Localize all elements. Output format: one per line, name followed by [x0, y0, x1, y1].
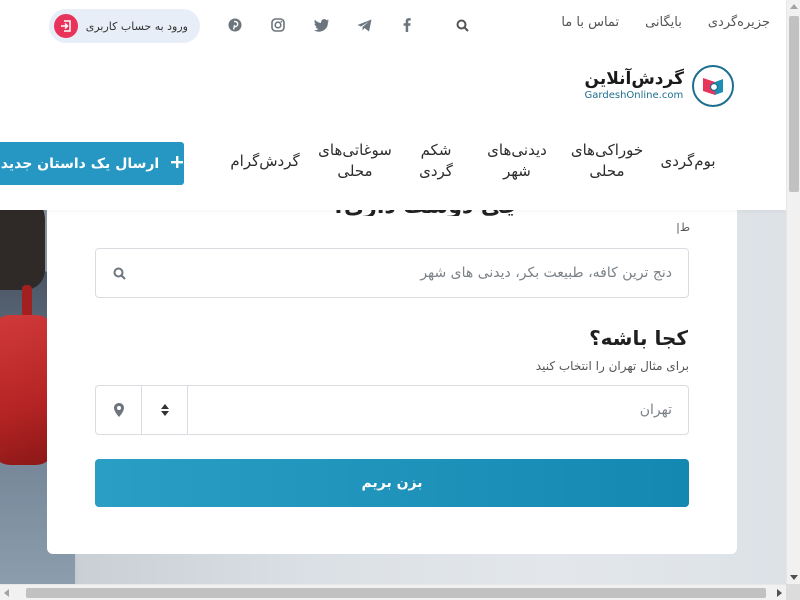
telegram-icon[interactable]	[354, 15, 374, 35]
scroll-right-icon[interactable]	[777, 589, 782, 597]
post-story-label[interactable]: ارسال یک داستان جدید	[1, 156, 159, 172]
toplink-archive[interactable]: بایگانی	[645, 15, 682, 30]
red-backpack	[0, 315, 54, 465]
twitter-icon[interactable]	[311, 15, 331, 35]
search-field[interactable]: دنج ترین کافه، طبیعت بکر، دیدنی های شهر	[95, 248, 689, 298]
post-story-button[interactable]: ارسال یک داستان جدید	[0, 142, 184, 185]
header-search-icon[interactable]	[452, 15, 472, 35]
city-value[interactable]: تهران	[188, 402, 688, 418]
logo-name-en: GardeshOnline.com	[584, 90, 684, 101]
where-title: کجا باشه؟	[589, 326, 688, 350]
city-select[interactable]: تهران	[95, 385, 689, 435]
toplink-islands[interactable]: جزیره‌گردی	[708, 15, 770, 30]
social-icons	[225, 15, 472, 35]
main-nav: بوم‌گردی خوراکی‌های محلی دیدنی‌های شهر ش…	[220, 140, 724, 182]
card-tiny-label: ط|	[676, 221, 690, 234]
plus-icon	[171, 155, 184, 172]
horizontal-scrollbar[interactable]	[0, 584, 786, 600]
submit-button[interactable]: بزن بریم	[95, 459, 689, 507]
hero-hair	[0, 210, 45, 290]
login-label[interactable]: ورود به حساب کاربری	[86, 20, 188, 33]
scrollbar-corner	[786, 584, 800, 600]
sort-arrows-icon[interactable]	[142, 386, 188, 434]
toplink-contact[interactable]: تماس با ما	[561, 15, 619, 30]
logo-text: گردش‌آنلاین GardeshOnline.com	[585, 69, 684, 103]
site-header: جزیره‌گردی بایگانی تماس با ما	[0, 0, 786, 210]
logo-mark-icon	[692, 65, 734, 107]
site-logo[interactable]: گردش‌آنلاین GardeshOnline.com	[585, 65, 734, 107]
vertical-scroll-thumb[interactable]	[789, 16, 799, 192]
scroll-left-icon[interactable]	[4, 589, 9, 597]
search-input[interactable]: دنج ترین کافه، طبیعت بکر، دیدنی های شهر	[142, 265, 688, 281]
login-icon[interactable]	[54, 14, 78, 38]
logo-name-fa: گردش‌آنلاین	[584, 69, 684, 89]
location-pin-icon	[96, 386, 142, 434]
instagram-icon[interactable]	[268, 15, 288, 35]
scroll-up-icon[interactable]	[790, 4, 798, 9]
nav-item-souvenirs[interactable]: سوغاتی‌های محلی	[310, 140, 400, 182]
search-icon[interactable]	[96, 249, 142, 297]
where-subtitle: برای مثال تهران را انتخاب کنید	[535, 359, 689, 373]
nav-item-ecotourism[interactable]: بوم‌گردی	[652, 151, 724, 172]
nav-item-local-food[interactable]: خوراکی‌های محلی	[562, 140, 652, 182]
nav-item-gardeshgram[interactable]: گردش‌گرام	[220, 151, 310, 172]
search-card: چی دوست داری؟ ط| دنج ترین کافه، طبیعت بک…	[47, 198, 737, 554]
vertical-scrollbar[interactable]	[786, 0, 800, 584]
top-links: جزیره‌گردی بایگانی تماس با ما	[561, 15, 770, 30]
scroll-down-icon[interactable]	[790, 575, 798, 580]
nav-item-food-tour[interactable]: شکم گردی	[400, 140, 472, 182]
horizontal-scroll-thumb[interactable]	[26, 588, 766, 598]
top-bar: جزیره‌گردی بایگانی تماس با ما	[0, 0, 786, 50]
facebook-icon[interactable]	[397, 15, 417, 35]
login-button[interactable]: ورود به حساب کاربری	[49, 9, 200, 43]
nav-item-city-sights[interactable]: دیدنی‌های شهر	[472, 140, 562, 182]
pinterest-icon[interactable]	[225, 15, 245, 35]
